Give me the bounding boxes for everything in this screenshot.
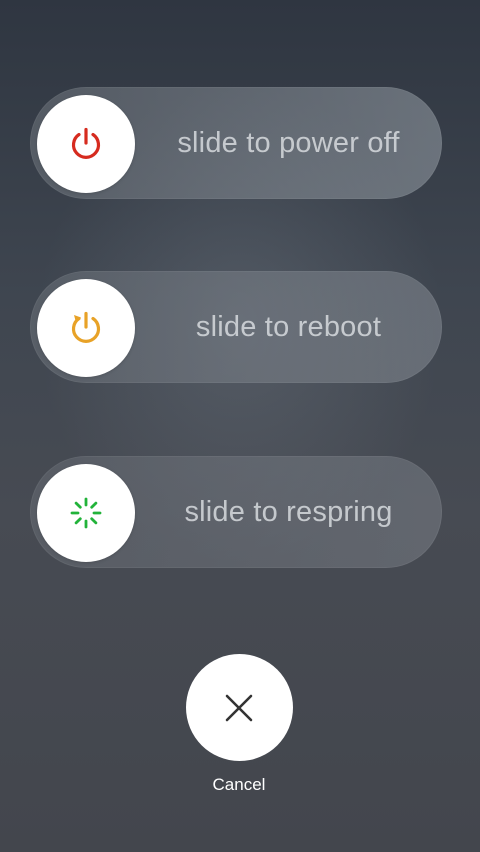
power-icon xyxy=(71,127,101,159)
power-off-label: slide to power off xyxy=(177,127,400,159)
respring-slider[interactable]: slide to respring xyxy=(30,456,442,568)
respring-label: slide to respring xyxy=(184,496,393,528)
cancel-group: Cancel xyxy=(185,654,293,795)
close-icon xyxy=(225,694,253,721)
spinner-icon xyxy=(70,497,102,529)
cancel-label: Cancel xyxy=(212,775,266,794)
reboot-icon xyxy=(71,311,101,343)
cancel-button[interactable] xyxy=(185,654,293,761)
power-off-slider[interactable]: slide to power off xyxy=(30,87,442,199)
reboot-slider[interactable]: slide to reboot xyxy=(30,271,442,383)
power-off-knob[interactable] xyxy=(37,95,135,193)
reboot-label: slide to reboot xyxy=(195,311,382,343)
reboot-knob[interactable] xyxy=(37,279,135,377)
respring-knob[interactable] xyxy=(37,464,135,562)
